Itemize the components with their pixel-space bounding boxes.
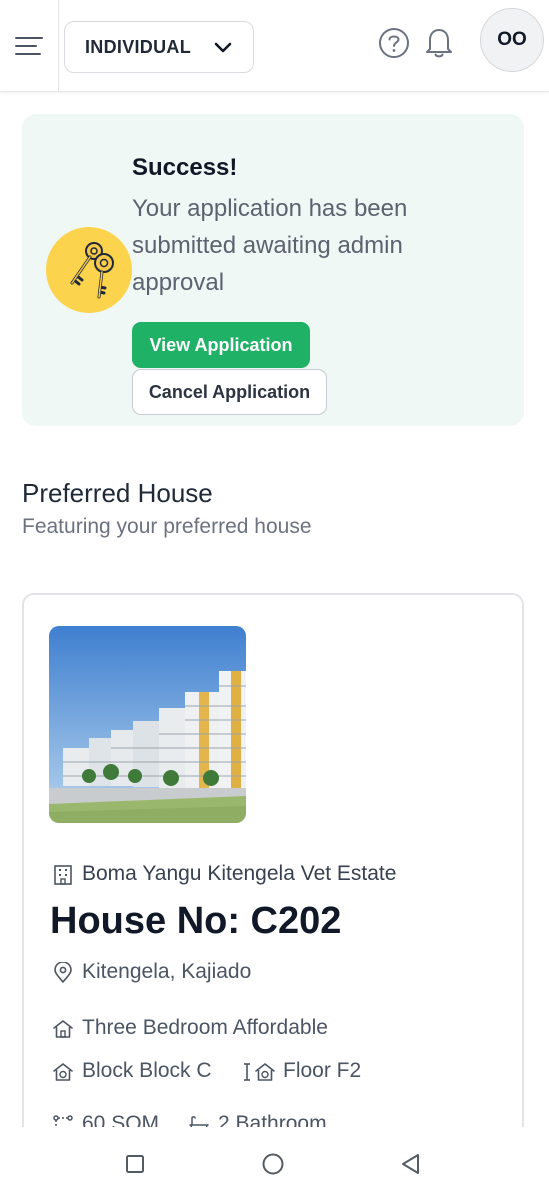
success-title: Success!: [132, 154, 238, 181]
cancel-application-button[interactable]: Cancel Application: [132, 369, 327, 415]
success-message: Your application has been submitted awai…: [132, 195, 408, 296]
house-number: House No: C202: [50, 900, 342, 942]
house-floor: Floor F2: [283, 1059, 362, 1082]
help-icon[interactable]: [377, 26, 411, 60]
floor-icon: [244, 1063, 275, 1081]
account-type-label: INDIVIDUAL: [85, 36, 191, 57]
keys-badge: [46, 227, 132, 313]
section-subtitle: Featuring your preferred house: [22, 515, 312, 538]
keys-icon: [70, 242, 114, 299]
building-icon: [54, 865, 72, 885]
house-card[interactable]: Boma Yangu Kitengela Vet Estate House No…: [22, 593, 524, 1153]
nav-recents-icon[interactable]: [120, 1149, 150, 1179]
menu-icon: [15, 37, 43, 55]
house-block: Block Block C: [82, 1059, 212, 1082]
house-image: [49, 626, 246, 823]
nav-back-icon[interactable]: [396, 1149, 426, 1179]
location-pin-icon: [54, 962, 72, 983]
account-type-selector[interactable]: INDIVIDUAL: [64, 21, 254, 73]
section-title: Preferred House: [22, 478, 213, 508]
avatar[interactable]: OO: [480, 8, 544, 72]
success-card: Success! Your application has been submi…: [22, 114, 524, 426]
block-icon: [53, 1063, 73, 1081]
top-bar: INDIVIDUAL OO: [0, 0, 549, 92]
home-icon: [53, 1020, 73, 1038]
nav-home-icon[interactable]: [258, 1149, 288, 1179]
avatar-initials: OO: [497, 29, 527, 50]
system-navigation-bar: [0, 1127, 549, 1200]
estate-name: Boma Yangu Kitengela Vet Estate: [82, 862, 397, 885]
chevron-down-icon: [214, 42, 232, 53]
house-location: Kitengela, Kajiado: [82, 960, 252, 983]
view-application-button[interactable]: View Application: [132, 322, 310, 368]
house-type: Three Bedroom Affordable: [82, 1016, 328, 1039]
bell-icon[interactable]: [422, 24, 456, 60]
menu-button[interactable]: [0, 0, 59, 92]
